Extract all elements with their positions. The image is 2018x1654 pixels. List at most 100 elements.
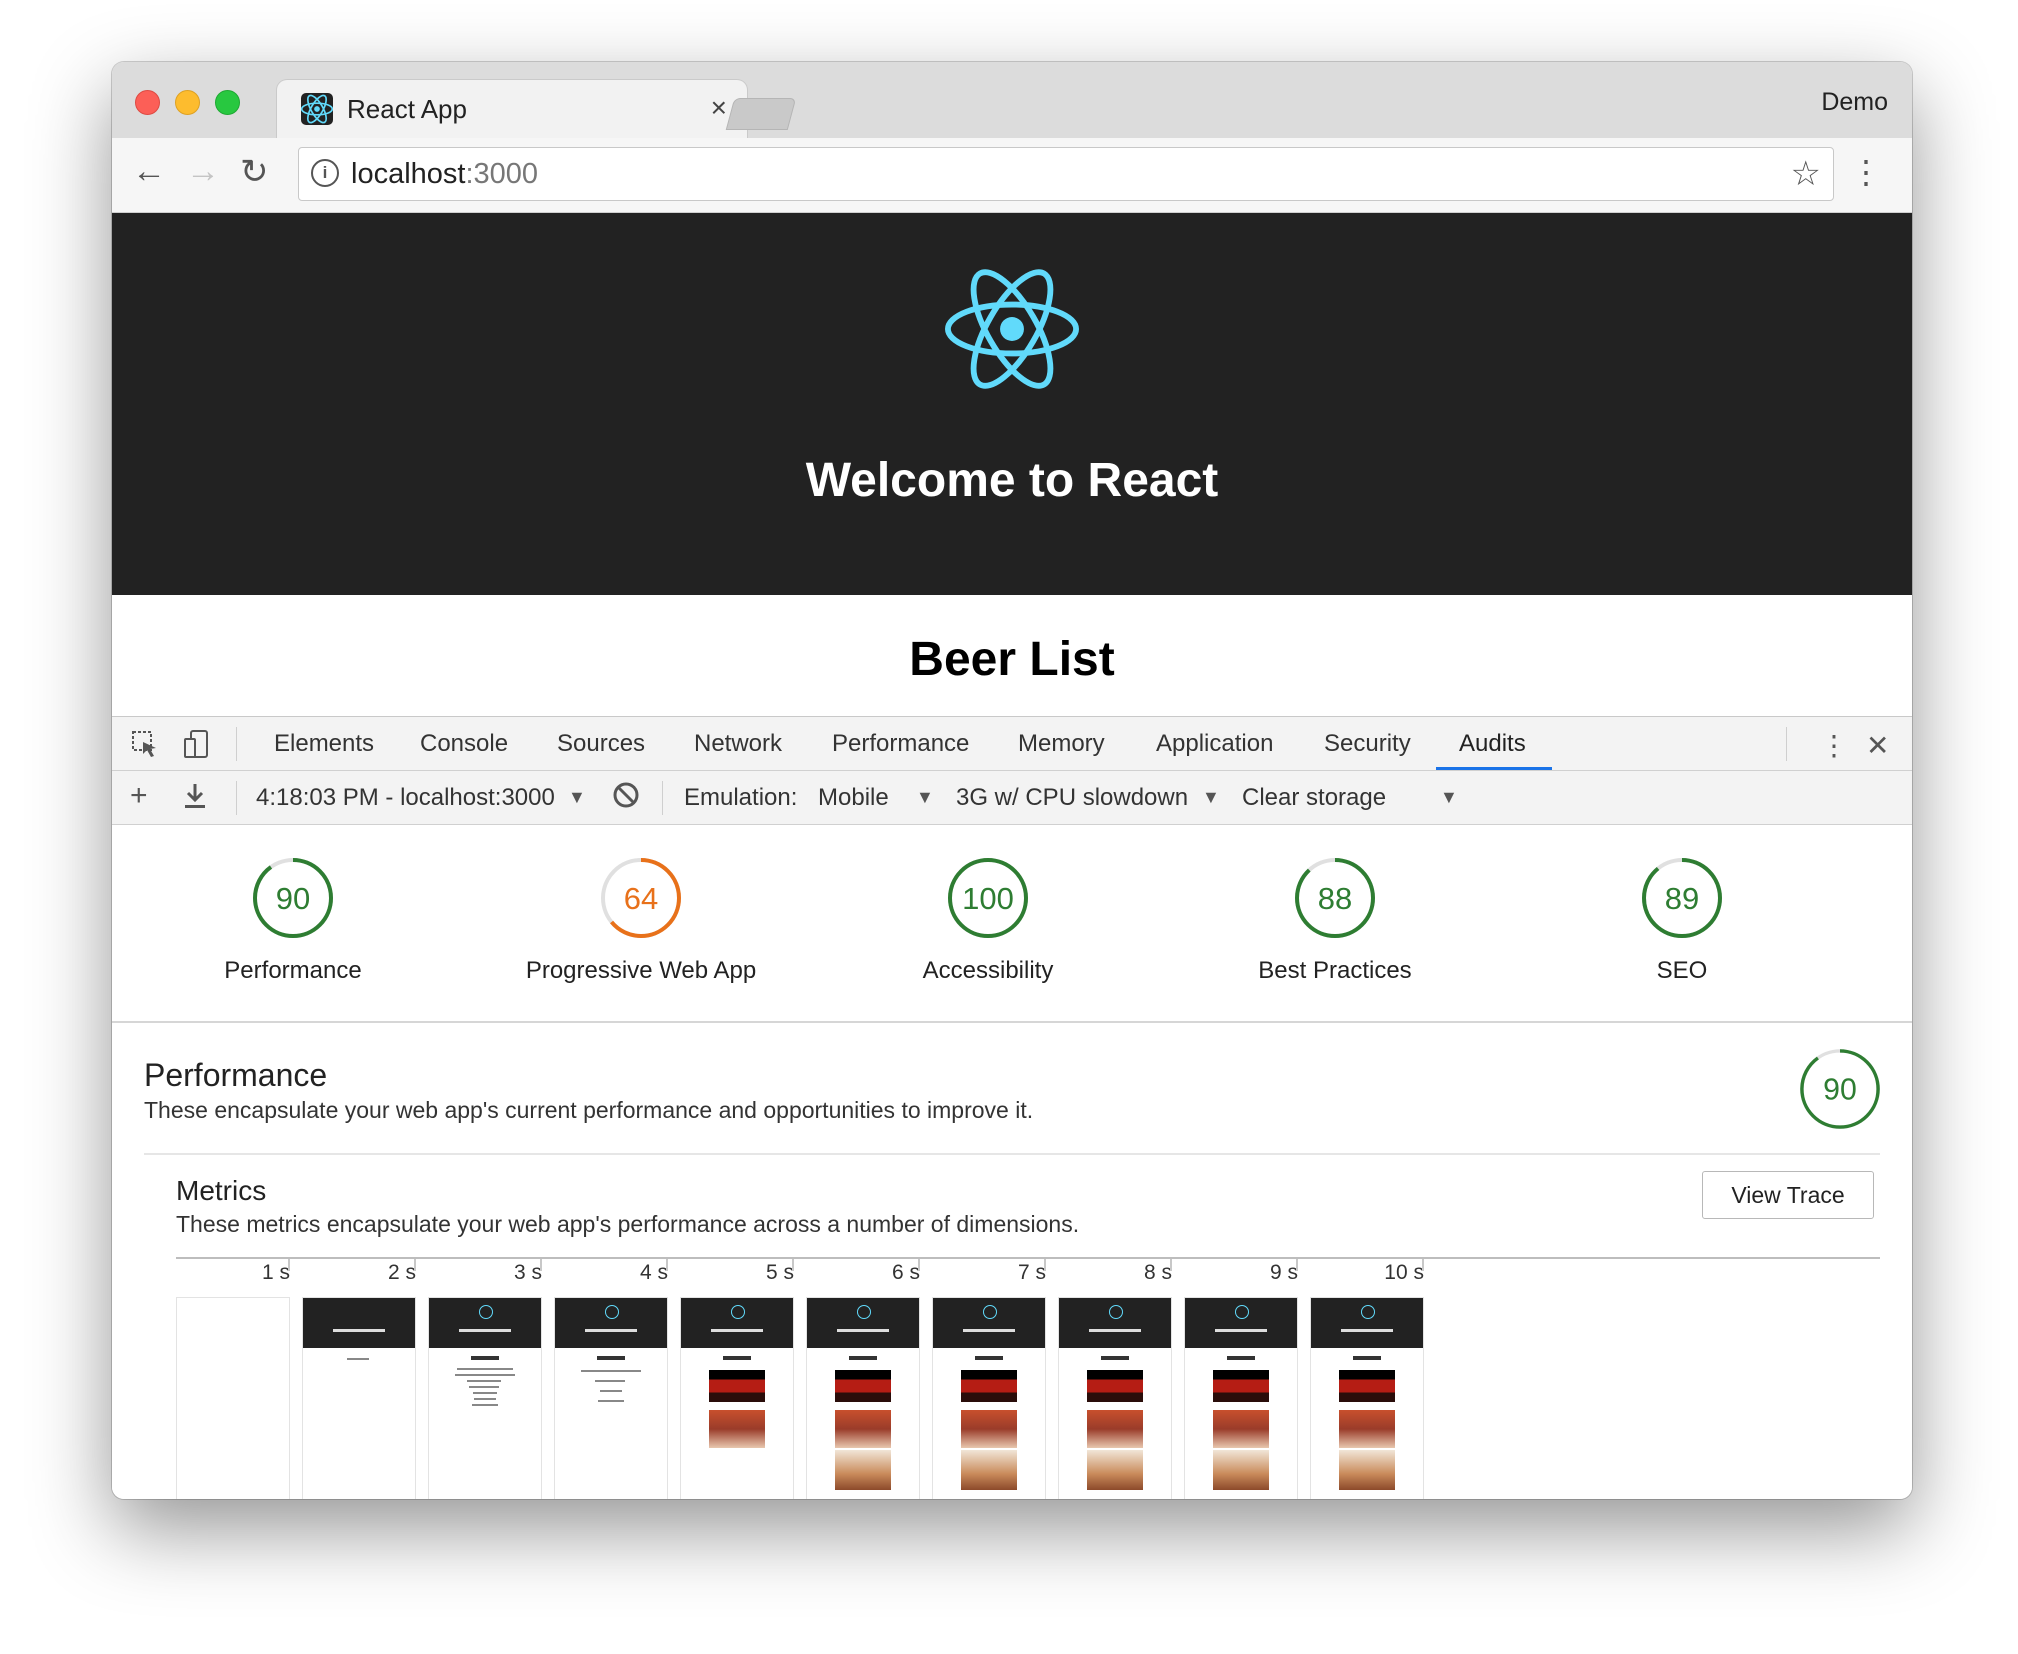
close-window-button[interactable]	[135, 90, 160, 115]
frame-title-thumbnail	[597, 1356, 625, 1360]
frame-title-thumbnail	[1227, 1356, 1255, 1360]
beer-image-thumbnail	[1213, 1450, 1269, 1490]
score-label: Progressive Web App	[525, 957, 757, 984]
timeline-tick: 3 s	[513, 1261, 542, 1284]
score-gauge-performance[interactable]: 90 Performance	[143, 855, 443, 985]
frame-header-thumbnail	[807, 1298, 919, 1348]
clear-storage-select[interactable]: Clear storage	[1242, 784, 1386, 812]
filmstrip-frame	[554, 1297, 668, 1499]
tab-sources[interactable]: Sources	[557, 730, 645, 758]
score-ring: 90	[253, 858, 333, 938]
timeline-tick: 4 s	[639, 1261, 668, 1284]
filmstrip-frame	[806, 1297, 920, 1499]
frame-text-thumbnail	[472, 1404, 498, 1406]
performance-section-title: Performance	[144, 1057, 328, 1093]
tab-security[interactable]: Security	[1324, 730, 1411, 758]
tab-network[interactable]: Network	[694, 730, 782, 758]
beer-image-thumbnail	[1339, 1410, 1395, 1448]
url-host: localhost	[351, 158, 466, 190]
browser-tab[interactable]: React App ×	[277, 80, 747, 138]
app-header: Welcome to React	[112, 213, 1912, 595]
beer-image-thumbnail	[1339, 1450, 1395, 1490]
score-gauge-best-practices[interactable]: 88 Best Practices	[1185, 855, 1485, 985]
frame-title-thumbnail	[975, 1356, 1003, 1360]
clear-storage-dropdown-icon[interactable]: ▼	[1440, 787, 1458, 808]
beer-image-thumbnail	[961, 1370, 1017, 1402]
frame-header-thumbnail	[1185, 1298, 1297, 1348]
timeline-tick-mark	[414, 1259, 416, 1271]
frame-title-thumbnail	[1353, 1356, 1381, 1360]
tab-close-icon[interactable]: ×	[711, 92, 727, 124]
inspect-element-icon[interactable]	[130, 729, 160, 759]
filmstrip-frame	[302, 1297, 416, 1499]
emulation-select[interactable]: Mobile	[818, 784, 889, 812]
forward-arrow-icon[interactable]: →	[186, 152, 220, 191]
timeline-tick: 5 s	[765, 1261, 794, 1284]
close-devtools-icon[interactable]: ✕	[1866, 729, 1896, 761]
throttling-select[interactable]: 3G w/ CPU slowdown	[956, 784, 1188, 812]
score-gauge-accessibility[interactable]: 100 Accessibility	[838, 855, 1138, 985]
score-gauge-seo[interactable]: 89 SEO	[1532, 855, 1832, 985]
profile-name[interactable]: Demo	[1821, 88, 1888, 117]
frame-header-thumbnail	[1059, 1298, 1171, 1348]
minimize-window-button[interactable]	[175, 90, 200, 115]
timeline-tick-mark	[1044, 1259, 1046, 1271]
tab-audits[interactable]: Audits	[1459, 730, 1526, 758]
filmstrip-frame	[176, 1297, 290, 1499]
score-ring: 89	[1642, 858, 1722, 938]
toolbar-divider	[236, 727, 237, 761]
zoom-window-button[interactable]	[215, 90, 240, 115]
tab-performance[interactable]: Performance	[832, 730, 969, 758]
tab-console[interactable]: Console	[420, 730, 508, 758]
timeline-tick: 7 s	[1017, 1261, 1046, 1284]
beer-image-thumbnail	[961, 1450, 1017, 1490]
report-selector[interactable]: 4:18:03 PM - localhost:3000	[256, 784, 555, 812]
download-report-icon[interactable]	[182, 781, 208, 818]
tab-memory[interactable]: Memory	[1018, 730, 1105, 758]
info-icon[interactable]: i	[311, 159, 339, 187]
new-tab-button[interactable]	[725, 98, 797, 130]
timeline-tick-mark	[540, 1259, 542, 1271]
score-value: 89	[1665, 881, 1699, 916]
bookmark-star-icon[interactable]: ☆	[1791, 154, 1821, 194]
beer-image-thumbnail	[709, 1410, 765, 1448]
beer-image-thumbnail	[1087, 1410, 1143, 1448]
browser-menu-icon[interactable]: ⋮	[1850, 152, 1882, 192]
frame-text-thumbnail	[469, 1386, 499, 1388]
devtools-menu-icon[interactable]: ⋮	[1820, 729, 1850, 761]
timeline-tick: 6 s	[891, 1261, 920, 1284]
address-bar[interactable]: i localhost:3000 ☆	[298, 147, 1834, 201]
new-audit-icon[interactable]: +	[130, 779, 148, 813]
filmstrip-frame	[680, 1297, 794, 1499]
emulation-dropdown-icon[interactable]: ▼	[916, 787, 934, 808]
report-dropdown-icon[interactable]: ▼	[568, 787, 586, 808]
timeline-tick: 1 s	[261, 1261, 290, 1284]
score-value: 64	[624, 881, 658, 916]
performance-section-description: These encapsulate your web app's current…	[144, 1097, 1034, 1123]
beer-image-thumbnail	[1213, 1410, 1269, 1448]
frame-title-thumbnail	[723, 1356, 751, 1360]
score-gauge-pwa[interactable]: 64 Progressive Web App	[491, 855, 791, 985]
active-tab-indicator	[1436, 767, 1552, 770]
reload-icon[interactable]: ↻	[240, 152, 269, 192]
tab-application[interactable]: Application	[1156, 730, 1273, 758]
device-toolbar-icon[interactable]	[182, 729, 212, 759]
timeline-tick: 2 s	[387, 1261, 416, 1284]
tab-elements[interactable]: Elements	[274, 730, 374, 758]
frame-title-thumbnail	[1101, 1356, 1129, 1360]
score-label: Performance	[224, 957, 362, 984]
throttling-dropdown-icon[interactable]: ▼	[1202, 787, 1220, 808]
performance-section-score: 90	[1798, 1047, 1882, 1136]
url-text[interactable]: localhost:3000	[351, 158, 538, 191]
filmstrip-frame	[1184, 1297, 1298, 1499]
beer-image-thumbnail	[835, 1370, 891, 1402]
beer-image-thumbnail	[1213, 1370, 1269, 1402]
score-ring: 100	[948, 858, 1028, 938]
metrics-title: Metrics	[176, 1175, 267, 1206]
clear-reports-icon[interactable]	[612, 781, 640, 816]
timeline-tick-mark	[792, 1259, 794, 1271]
frame-text-thumbnail	[455, 1374, 515, 1376]
back-arrow-icon[interactable]: ←	[132, 152, 166, 191]
react-logo-icon	[945, 269, 1079, 389]
view-trace-button[interactable]: View Trace	[1702, 1171, 1874, 1219]
